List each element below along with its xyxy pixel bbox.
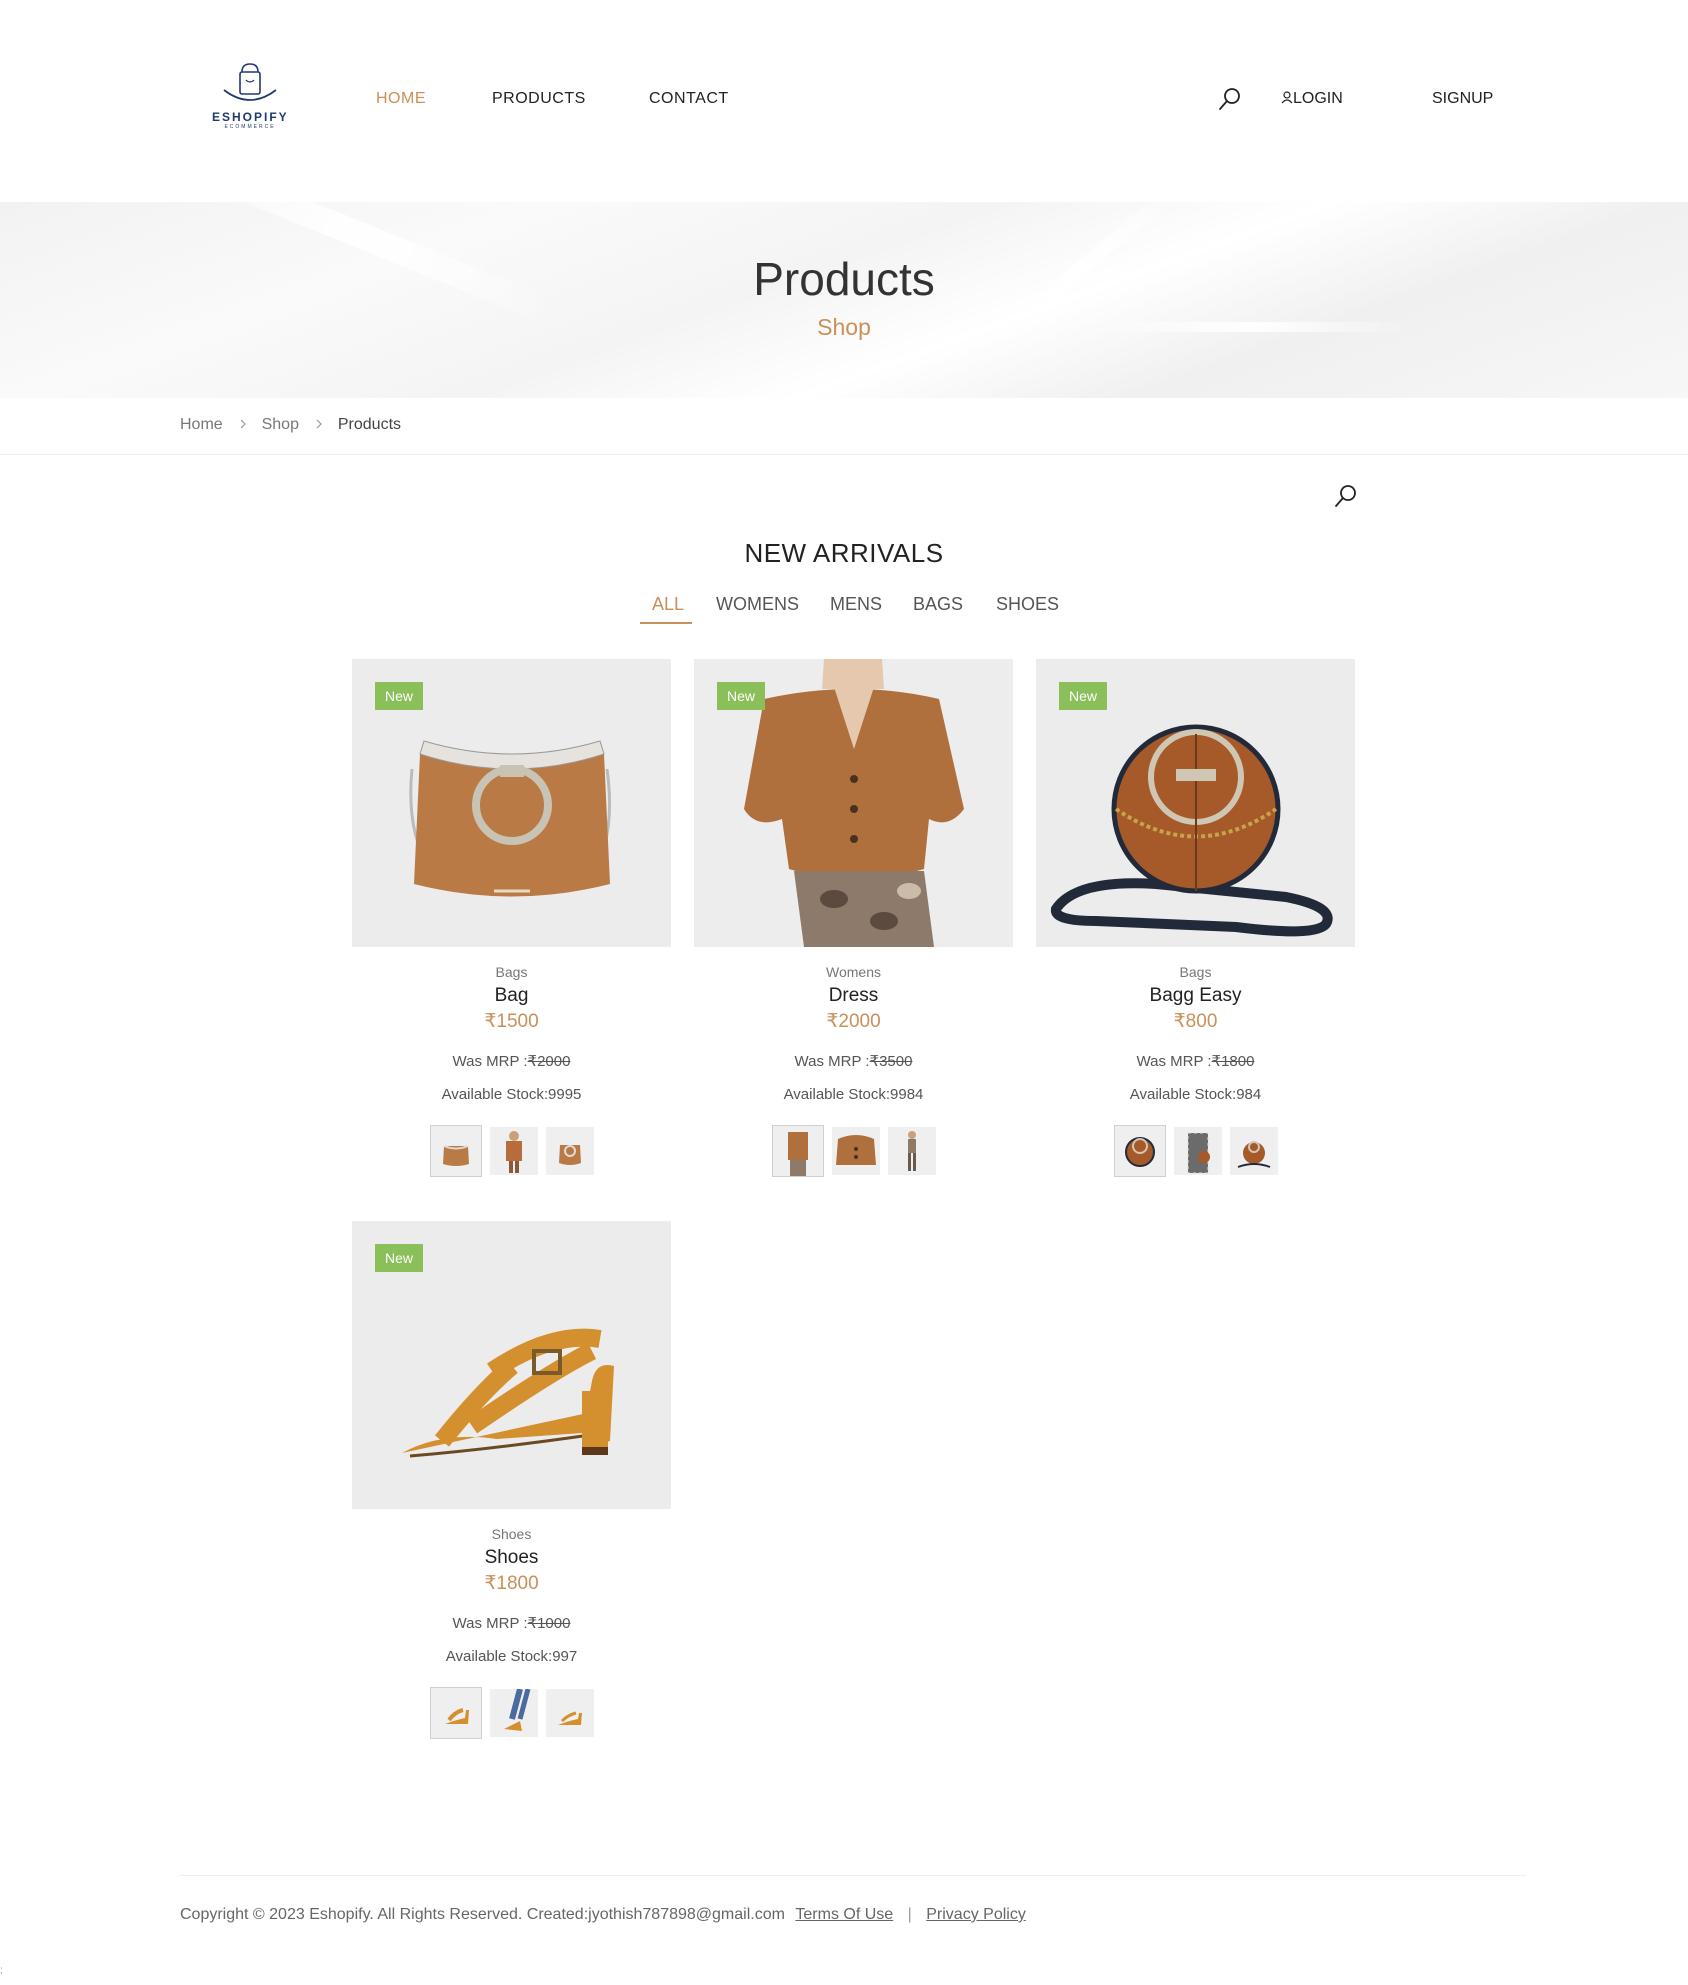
- product-image[interactable]: New: [694, 659, 1013, 947]
- product-name[interactable]: Dress: [694, 985, 1013, 1007]
- thumbnail-image[interactable]: [489, 1127, 538, 1175]
- active-filter-underline: [640, 622, 692, 624]
- product-category: Shoes: [491, 1526, 532, 1542]
- filter-womens[interactable]: WOMENS: [716, 594, 799, 615]
- filter-mens[interactable]: MENS: [830, 594, 882, 615]
- product-price: ₹2000: [826, 1011, 881, 1032]
- section-title: NEW ARRIVALS: [744, 538, 944, 568]
- thumbnail-image[interactable]: [429, 1687, 482, 1739]
- filter-bags[interactable]: BAGS: [913, 594, 963, 615]
- nav-products[interactable]: PRODUCTS: [492, 90, 586, 108]
- site-footer: Copyright © 2023 Eshopify. All Rights Re…: [180, 1906, 1026, 1924]
- privacy-policy-link[interactable]: Privacy Policy: [926, 1906, 1026, 1923]
- filter-shoes[interactable]: SHOES: [996, 594, 1059, 615]
- breadcrumb-current: Products: [337, 416, 402, 433]
- thumbnail-image[interactable]: [771, 1125, 824, 1177]
- original-price: Was MRP :₹3500: [694, 1052, 1013, 1070]
- new-badge: New: [717, 682, 766, 710]
- product-price: ₹1800: [484, 1573, 539, 1594]
- eshopify-logo[interactable]: ESHOPIFY ECOMMERCE: [212, 62, 288, 132]
- product-category: Womens: [826, 964, 881, 980]
- header-search-icon[interactable]: [1218, 87, 1242, 116]
- product-name[interactable]: Bagg Easy: [1036, 985, 1355, 1007]
- thumbnail-image[interactable]: [429, 1125, 482, 1177]
- was-mrp-label: Was MRP :: [794, 1053, 870, 1070]
- page-banner: Products Shop: [0, 202, 1688, 398]
- was-mrp-value: ₹3500: [869, 1053, 913, 1070]
- signup-link[interactable]: SIGNUP: [1432, 90, 1493, 108]
- thumbnail-image[interactable]: [1113, 1125, 1166, 1177]
- page-title: Products: [753, 253, 935, 305]
- thumbnail-image[interactable]: [887, 1127, 936, 1175]
- stock-count: Available Stock:997: [445, 1648, 578, 1665]
- was-mrp-value: ₹1800: [1211, 1053, 1255, 1070]
- thumbnail-image[interactable]: [545, 1689, 594, 1737]
- product-name[interactable]: Shoes: [352, 1547, 671, 1569]
- original-price: Was MRP :₹2000: [352, 1052, 671, 1070]
- chevron-right-icon: [239, 416, 247, 434]
- stock-count: Available Stock:9995: [441, 1086, 582, 1103]
- nav-home[interactable]: HOME: [376, 90, 426, 108]
- product-category: Bags: [1179, 964, 1212, 980]
- stock-count: Available Stock:984: [1129, 1086, 1262, 1103]
- thumbnail-image[interactable]: [545, 1127, 594, 1175]
- product-price: ₹800: [1173, 1011, 1218, 1032]
- product-category: Bags: [495, 964, 528, 980]
- shopping-bag-logo-icon: [223, 63, 277, 101]
- breadcrumb: Home Shop Products: [180, 416, 401, 434]
- thumbnail-image[interactable]: [831, 1127, 880, 1175]
- logo-subtext: ECOMMERCE: [224, 124, 276, 130]
- login-link[interactable]: LOGIN: [1281, 90, 1343, 108]
- new-badge: New: [375, 682, 424, 710]
- chevron-right-icon: [315, 416, 323, 434]
- was-mrp-label: Was MRP :: [1136, 1053, 1212, 1070]
- product-image[interactable]: New: [1036, 659, 1355, 947]
- filter-all[interactable]: ALL: [652, 594, 684, 615]
- product-thumbnails: [694, 1125, 1013, 1177]
- product-image[interactable]: New: [352, 1221, 671, 1509]
- nav-contact[interactable]: CONTACT: [649, 90, 729, 108]
- was-mrp-label: Was MRP :: [452, 1053, 528, 1070]
- product-thumbnails: [352, 1687, 671, 1739]
- stock-count: Available Stock:9984: [783, 1086, 924, 1103]
- page-subtitle: Shop: [817, 314, 871, 340]
- stray-mark: ;: [0, 1965, 3, 1976]
- was-mrp-value: ₹2000: [527, 1053, 571, 1070]
- original-price: Was MRP :₹1800: [1036, 1052, 1355, 1070]
- login-label: LOGIN: [1293, 90, 1343, 107]
- product-price: ₹1500: [484, 1011, 539, 1032]
- breadcrumb-shop[interactable]: Shop: [262, 416, 299, 434]
- product-thumbnails: [352, 1125, 671, 1177]
- user-icon: [1281, 91, 1293, 104]
- original-price: Was MRP :₹1000: [352, 1614, 671, 1632]
- footer-divider: [180, 1875, 1526, 1876]
- breadcrumb-home[interactable]: Home: [180, 416, 223, 434]
- was-mrp-value: ₹1000: [527, 1615, 571, 1632]
- new-badge: New: [1059, 682, 1108, 710]
- terms-of-use-link[interactable]: Terms Of Use: [795, 1906, 893, 1923]
- site-header: ESHOPIFY ECOMMERCE HOME PRODUCTS CONTACT…: [0, 0, 1688, 202]
- footer-separator: |: [907, 1906, 912, 1923]
- product-thumbnails: [1036, 1125, 1355, 1177]
- new-badge: New: [375, 1244, 424, 1272]
- copyright-text: Copyright © 2023 Eshopify. All Rights Re…: [180, 1906, 785, 1923]
- was-mrp-label: Was MRP :: [452, 1615, 528, 1632]
- product-name[interactable]: Bag: [352, 985, 671, 1007]
- thumbnail-image[interactable]: [1229, 1127, 1278, 1175]
- logo-text: ESHOPIFY: [212, 110, 289, 124]
- product-search-icon[interactable]: [1334, 484, 1358, 513]
- thumbnail-image[interactable]: [489, 1689, 538, 1737]
- product-image[interactable]: New: [352, 659, 671, 947]
- thumbnail-image[interactable]: [1173, 1127, 1222, 1175]
- breadcrumb-divider: [0, 454, 1688, 455]
